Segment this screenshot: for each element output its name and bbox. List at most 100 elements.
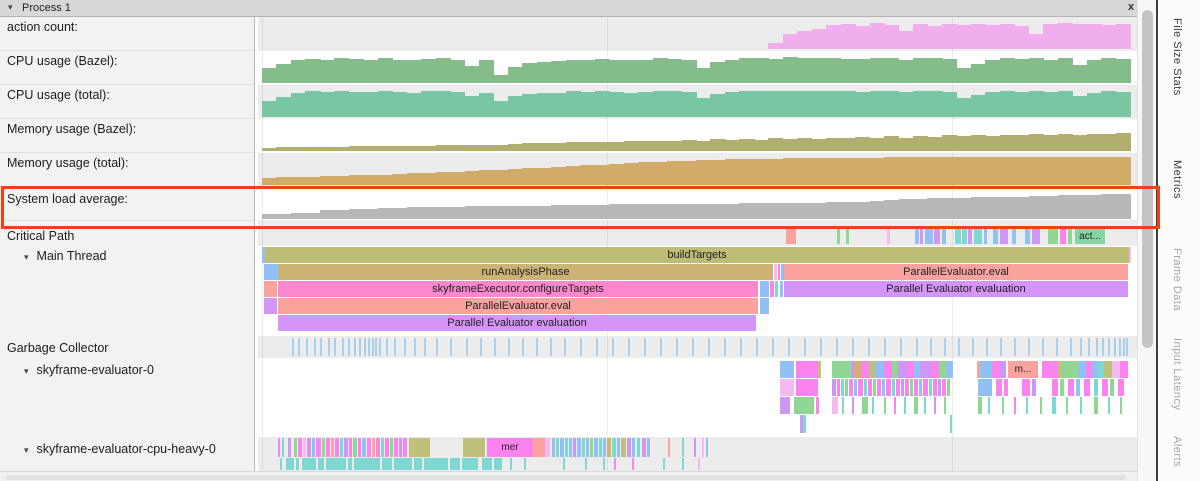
gc-slice[interactable] bbox=[508, 338, 510, 356]
gc-slice[interactable] bbox=[740, 338, 742, 356]
main-thread-slice-runAnalysisPhase[interactable]: runAnalysisPhase bbox=[278, 264, 773, 280]
evaluator0-slice[interactable] bbox=[816, 397, 819, 414]
evaluator0-slice[interactable] bbox=[1042, 361, 1058, 378]
cpu-heavy-slice[interactable] bbox=[307, 438, 311, 457]
gc-slice[interactable] bbox=[836, 338, 838, 356]
cpu-heavy-slice[interactable] bbox=[399, 438, 402, 457]
gc-slice[interactable] bbox=[820, 338, 822, 356]
critical-path-slice[interactable] bbox=[920, 229, 923, 244]
evaluator0-slice[interactable] bbox=[849, 379, 853, 396]
critical-path-slice[interactable] bbox=[1068, 229, 1072, 244]
evaluator0-slice[interactable] bbox=[1002, 397, 1004, 414]
gc-slice[interactable] bbox=[320, 338, 322, 356]
gc-slice[interactable] bbox=[1000, 338, 1002, 356]
cpu-heavy-slice[interactable] bbox=[698, 458, 700, 470]
evaluator0-slice[interactable] bbox=[1052, 379, 1058, 396]
evaluator0-slice[interactable] bbox=[884, 361, 892, 378]
gc-slice[interactable] bbox=[404, 338, 406, 356]
evaluator0-slice[interactable] bbox=[1112, 361, 1120, 378]
evaluator0-slice[interactable] bbox=[950, 415, 952, 433]
cpu-heavy-slice[interactable] bbox=[612, 438, 616, 457]
gc-slice[interactable] bbox=[1070, 338, 1072, 356]
evaluator0-slice[interactable] bbox=[980, 361, 992, 378]
cpu-heavy-slice[interactable] bbox=[569, 438, 572, 457]
evaluator0-slice[interactable] bbox=[1076, 379, 1080, 396]
evaluator0-slice[interactable] bbox=[1066, 397, 1068, 414]
gc-slice[interactable] bbox=[580, 338, 582, 356]
evaluator0-slice[interactable] bbox=[914, 379, 918, 396]
evaluator0-slice[interactable] bbox=[929, 379, 932, 396]
cpu-heavy-slice[interactable] bbox=[362, 438, 366, 457]
cpu-heavy-slice[interactable] bbox=[642, 438, 646, 457]
cpu-heavy-slice[interactable] bbox=[632, 458, 634, 470]
track-label-system-load[interactable]: System load average: bbox=[7, 192, 128, 206]
gc-slice[interactable] bbox=[1028, 338, 1030, 356]
gc-slice[interactable] bbox=[1096, 338, 1098, 356]
gc-slice[interactable] bbox=[692, 338, 694, 356]
gc-slice[interactable] bbox=[394, 338, 396, 356]
evaluator0-slice[interactable] bbox=[898, 361, 907, 378]
cpu-heavy-slice[interactable] bbox=[424, 458, 448, 470]
collapse-arrow-icon[interactable]: ▾ bbox=[24, 252, 29, 262]
cpu-heavy-slice[interactable] bbox=[668, 438, 670, 457]
main-thread-slice-Parallel-Evaluator-evaluation[interactable]: Parallel Evaluator evaluation bbox=[278, 315, 756, 331]
gc-slice[interactable] bbox=[1108, 338, 1110, 356]
sidebar-tab-alerts[interactable]: Alerts bbox=[1171, 436, 1183, 467]
gc-slice[interactable] bbox=[1123, 338, 1125, 356]
critical-path-slice[interactable] bbox=[942, 229, 946, 244]
cpu-heavy-slice[interactable] bbox=[385, 438, 389, 457]
critical-path-slice-act[interactable]: act... bbox=[1075, 229, 1105, 244]
gc-slice[interactable] bbox=[788, 338, 790, 356]
horizontal-scrollbar[interactable] bbox=[0, 471, 1137, 481]
evaluator0-slice[interactable] bbox=[845, 379, 848, 396]
gc-slice[interactable] bbox=[724, 338, 726, 356]
cpu-heavy-slice[interactable] bbox=[482, 458, 492, 470]
evaluator0-slice-m[interactable]: m... bbox=[1008, 361, 1038, 378]
evaluator0-slice[interactable] bbox=[923, 379, 928, 396]
cpu-heavy-slice[interactable] bbox=[348, 458, 352, 470]
cpu-heavy-slice[interactable] bbox=[582, 438, 585, 457]
cpu-heavy-slice[interactable] bbox=[403, 438, 407, 457]
track-label-garbage-collector[interactable]: Garbage Collector bbox=[7, 341, 108, 355]
cpu-heavy-slice[interactable] bbox=[318, 458, 324, 470]
evaluator0-slice[interactable] bbox=[832, 379, 836, 396]
evaluator0-slice[interactable] bbox=[1060, 379, 1064, 396]
evaluator0-slice[interactable] bbox=[796, 379, 818, 396]
gc-slice[interactable] bbox=[804, 338, 806, 356]
evaluator0-slice[interactable] bbox=[914, 397, 918, 414]
track-label-mem-total[interactable]: Memory usage (total): bbox=[7, 156, 129, 170]
sidebar-tab-file-size-stats[interactable]: File Size Stats bbox=[1171, 18, 1183, 96]
gc-slice[interactable] bbox=[596, 338, 598, 356]
evaluator0-slice[interactable] bbox=[837, 379, 840, 396]
evaluator0-slice[interactable] bbox=[854, 361, 861, 378]
cpu-heavy-slice[interactable] bbox=[312, 438, 315, 457]
vertical-scrollbar[interactable] bbox=[1137, 0, 1157, 481]
cpu-heavy-slice[interactable] bbox=[298, 438, 302, 457]
evaluator0-slice[interactable] bbox=[1118, 379, 1124, 396]
gc-slice[interactable] bbox=[676, 338, 678, 356]
evaluator0-slice[interactable] bbox=[854, 379, 857, 396]
track-label-main-thread[interactable]: ▾Main Thread bbox=[24, 249, 106, 263]
cpu-heavy-slice[interactable] bbox=[390, 438, 393, 457]
cpu-heavy-slice[interactable] bbox=[335, 438, 339, 457]
cpu-heavy-slice[interactable] bbox=[614, 458, 616, 470]
timeline-canvas[interactable]: act...buildTargetsrunAnalysisPhaseParall… bbox=[258, 17, 1137, 471]
evaluator0-slice[interactable] bbox=[946, 361, 953, 378]
evaluator0-slice[interactable] bbox=[842, 397, 844, 414]
gc-slice[interactable] bbox=[292, 338, 294, 356]
evaluator0-slice[interactable] bbox=[1102, 379, 1108, 396]
evaluator0-slice[interactable] bbox=[894, 397, 896, 414]
cpu-heavy-slice[interactable] bbox=[340, 438, 343, 457]
cpu-heavy-slice[interactable] bbox=[590, 438, 593, 457]
cpu-heavy-slice[interactable] bbox=[585, 458, 587, 470]
main-thread-slice-ParallelEvaluator-eval[interactable]: ParallelEvaluator.eval bbox=[278, 298, 758, 314]
cpu-heavy-slice[interactable] bbox=[282, 438, 284, 457]
evaluator0-slice[interactable] bbox=[910, 379, 913, 396]
evaluator0-slice[interactable] bbox=[1032, 379, 1036, 396]
cpu-heavy-slice[interactable] bbox=[586, 438, 589, 457]
evaluator0-slice[interactable] bbox=[1078, 361, 1086, 378]
gc-slice[interactable] bbox=[314, 338, 316, 356]
cpu-heavy-slice[interactable] bbox=[552, 438, 555, 457]
evaluator0-slice[interactable] bbox=[938, 379, 941, 396]
evaluator0-slice[interactable] bbox=[1014, 397, 1016, 414]
